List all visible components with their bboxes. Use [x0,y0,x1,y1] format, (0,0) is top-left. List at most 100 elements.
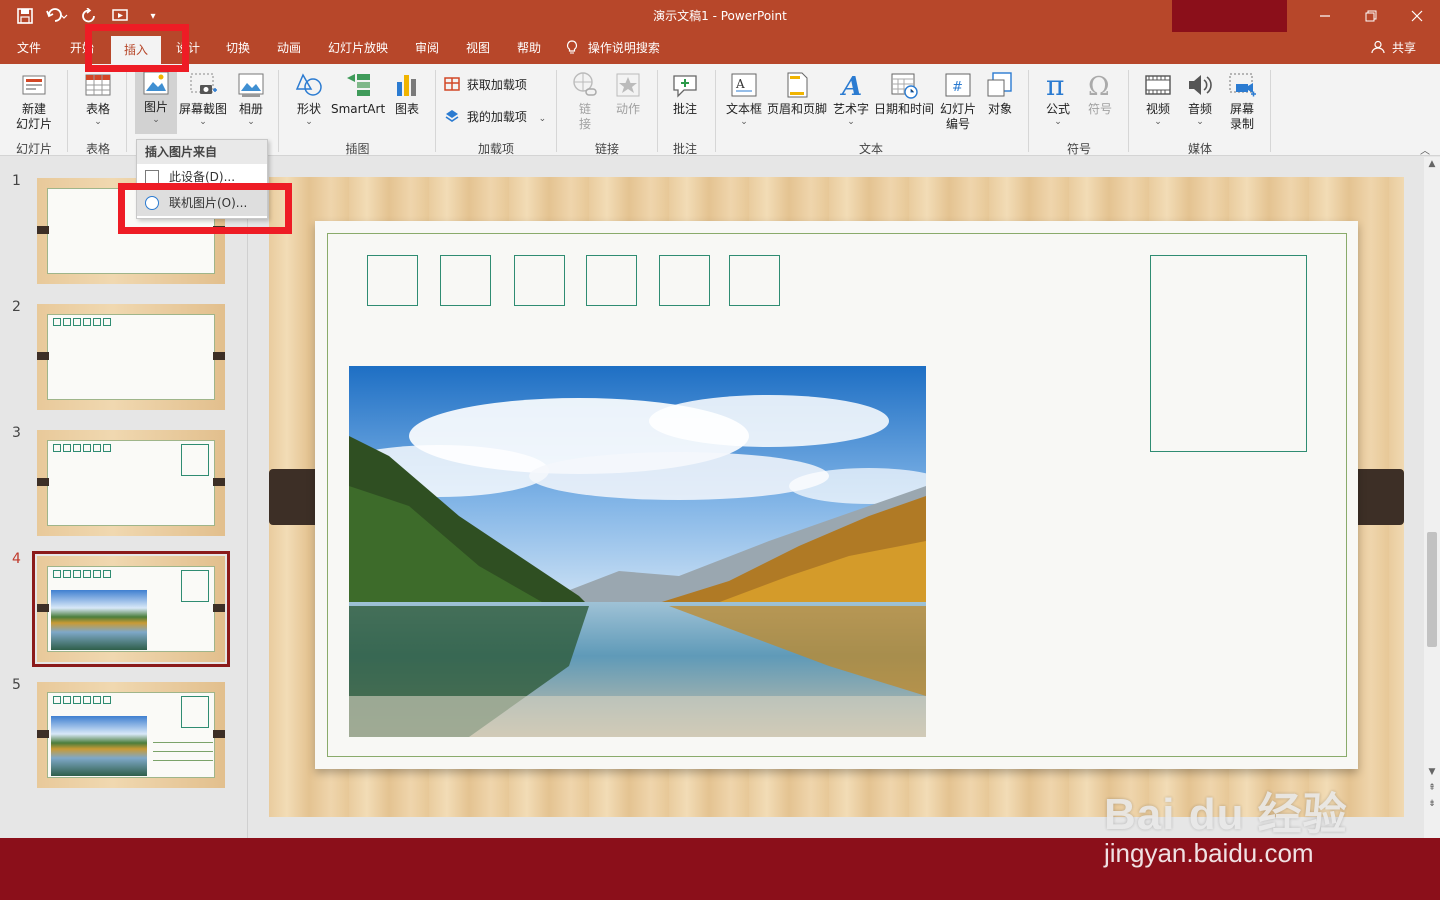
thumbnail-clip [213,730,225,738]
chart-button[interactable]: 图表 [389,70,425,117]
smartart-button[interactable]: SmartArt [331,70,385,117]
chevron-down-icon: ⌄ [847,117,855,127]
tab-animations[interactable]: 动画 [271,32,307,64]
next-slide-icon[interactable]: ⇟ [1426,799,1438,809]
scrollbar-thumb[interactable] [1427,532,1437,647]
photo-album-button[interactable]: 相册 ⌄ [232,70,270,127]
person-icon [1371,40,1392,55]
group-links: 链接 [594,142,619,156]
tab-slideshow[interactable]: 幻灯片放映 [322,32,394,64]
symbol-button[interactable]: Ω 符号 [1080,70,1120,117]
postcode-box[interactable] [514,255,565,306]
postcode-box[interactable] [729,255,780,306]
account-area[interactable] [1172,0,1287,32]
smartart-icon [343,70,373,100]
previous-slide-icon[interactable]: ⇞ [1426,783,1438,793]
slide-thumbnail-5[interactable] [37,682,225,788]
thumbnail-clip [37,730,49,738]
symbol-label: 符号 [1087,102,1112,116]
scroll-up-icon[interactable]: ▲ [1426,159,1438,169]
shapes-icon [294,70,324,100]
scroll-down-icon[interactable]: ▼ [1426,767,1438,777]
separator [278,70,279,152]
textbox-icon: A [729,70,759,100]
thumbnail-clip [213,604,225,612]
share-button[interactable]: 共享 [1371,32,1416,64]
tell-me-search[interactable]: 操作说明搜索 [566,32,676,64]
my-addins-button[interactable]: 我的加载项 ⌄ [444,108,554,125]
comment-button[interactable]: 批注 [666,70,704,117]
lake-landscape-photo[interactable] [349,366,926,737]
current-slide[interactable] [269,177,1404,817]
tab-transitions[interactable]: 切换 [220,32,256,64]
separator [556,70,557,152]
slide-number: 2 [12,299,21,315]
group-media: 媒体 [1187,142,1212,156]
restore-icon[interactable] [1348,0,1394,32]
slide-number-current: 4 [12,551,21,567]
tab-view[interactable]: 视图 [460,32,496,64]
thumbnail-clip [213,478,225,486]
thumbnail-stamps [53,696,111,704]
thumbnail-address-lines [153,742,213,769]
new-slide-label: 新建 幻灯片 [15,102,52,131]
picture-button[interactable]: 图片 ⌄ [135,68,177,134]
textbox-button[interactable]: A 文本框 ⌄ [724,70,764,127]
slide-thumbnail-4[interactable] [32,551,230,667]
store-icon [444,77,467,92]
audio-button[interactable]: 音频 ⌄ [1180,70,1220,127]
table-button[interactable]: 表格 ⌄ [76,70,120,127]
thumbnail-postbox [181,570,209,602]
tab-file[interactable]: 文件 [12,32,46,64]
thumbnail-postbox [181,696,209,728]
baidu-watermark: Bai du 经验 jingyan.baidu.com [1104,778,1384,869]
wordart-button[interactable]: A 艺术字 ⌄ [831,70,871,127]
new-slide-button[interactable]: 新建 幻灯片 [6,70,62,132]
slide-editing-area [249,157,1424,838]
thumbnail-photo [51,716,147,776]
object-label: 对象 [987,102,1012,116]
object-button[interactable]: 对象 [982,70,1018,117]
postcode-box[interactable] [367,255,418,306]
tab-review[interactable]: 审阅 [409,32,445,64]
minimize-icon[interactable] [1302,0,1348,32]
header-footer-button[interactable]: 页眉和页脚 [766,70,828,117]
postcode-box[interactable] [586,255,637,306]
svg-text:Ω: Ω [1088,72,1110,100]
link-button[interactable]: 链 接 [566,70,604,132]
slide-number-button[interactable]: # 幻灯片 编号 [938,70,978,132]
slide-thumbnail-3[interactable] [37,430,225,536]
equation-button[interactable]: π 公式 ⌄ [1038,69,1078,127]
tell-me-label: 操作说明搜索 [587,41,660,55]
postcode-box[interactable] [440,255,491,306]
group-symbols: 符号 [1066,142,1091,156]
lightbulb-icon [566,40,588,55]
separator [1028,70,1029,152]
video-button[interactable]: 视频 ⌄ [1138,70,1178,127]
vertical-scrollbar[interactable]: ▲ ▼ ⇞ ⇟ [1424,157,1440,838]
stamp-placeholder[interactable] [1150,255,1307,452]
svg-text:#: # [952,80,963,95]
screen-recording-button[interactable]: 屏幕 录制 [1222,70,1262,132]
window-controls [1302,0,1440,32]
date-time-label: 日期和时间 [873,102,934,116]
screenshot-button[interactable]: 屏幕截图 ⌄ [178,70,228,127]
action-button[interactable]: 动作 [608,70,648,117]
header-footer-label: 页眉和页脚 [766,102,827,116]
slide-thumbnail-2[interactable] [37,304,225,410]
chevron-down-icon: ⌄ [152,115,160,125]
title-bar: ▾ 演示文稿1 - PowerPoint [0,0,1440,32]
date-time-button[interactable]: 日期和时间 [873,70,935,117]
close-icon[interactable] [1394,0,1440,32]
shapes-button[interactable]: 形状 ⌄ [290,70,328,127]
svg-text:A: A [735,77,745,91]
table-label: 表格 [85,102,110,116]
video-icon [1143,70,1173,100]
action-label: 动作 [615,102,640,116]
thumbnail-clip [37,478,49,486]
pi-icon: π [1043,69,1073,102]
get-addins-button[interactable]: 获取加载项 [444,76,554,93]
postcode-box[interactable] [659,255,710,306]
tab-help[interactable]: 帮助 [511,32,547,64]
collapse-ribbon-icon[interactable]: ︿ [1420,142,1430,157]
